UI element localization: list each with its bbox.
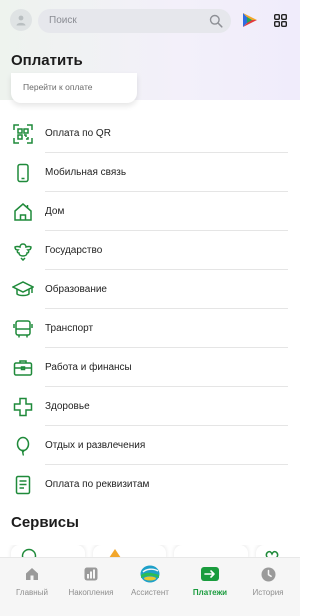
phone-icon	[12, 162, 34, 184]
tab-main[interactable]: Главный	[2, 565, 62, 605]
home-icon	[21, 565, 43, 583]
briefcase-icon	[12, 357, 34, 379]
menu-item-label: Дом	[45, 206, 65, 217]
tab-label: История	[252, 588, 284, 597]
house-icon	[12, 201, 34, 223]
grid-menu-icon[interactable]	[274, 14, 287, 27]
go-to-payment-label: Перейти к оплате	[23, 82, 93, 92]
header: Поиск	[0, 8, 300, 34]
search-placeholder: Поиск	[49, 15, 77, 26]
menu-item-qr-payment[interactable]: Оплата по QR	[0, 114, 300, 153]
tab-label: Ассистент	[131, 588, 169, 597]
bottom-tab-bar: Главный Накопления Ассистент Платежи Ист…	[0, 557, 300, 616]
menu-item-health[interactable]: Здоровье	[0, 387, 300, 426]
bus-icon	[12, 318, 34, 340]
chart-icon	[80, 565, 102, 583]
search-input[interactable]: Поиск	[38, 9, 231, 33]
graduation-cap-icon	[12, 279, 34, 301]
tab-assistant[interactable]: Ассистент	[120, 565, 180, 605]
tab-history[interactable]: История	[238, 565, 298, 605]
menu-item-education[interactable]: Образование	[0, 270, 300, 309]
menu-item-label: Работа и финансы	[45, 362, 132, 373]
transfer-icon	[199, 565, 221, 583]
menu-item-work-finance[interactable]: Работа и финансы	[0, 348, 300, 387]
pay-section-title: Оплатить	[11, 52, 83, 69]
menu-item-label: Образование	[45, 284, 107, 295]
tab-label: Платежи	[192, 588, 228, 597]
menu-item-label: Государство	[45, 245, 103, 256]
menu-item-label: Отдых и развлечения	[45, 440, 146, 451]
search-icon[interactable]	[209, 14, 223, 28]
coat-of-arms-icon	[12, 240, 34, 262]
avatar[interactable]	[10, 9, 32, 31]
menu-item-label: Мобильная связь	[45, 167, 127, 178]
balloon-icon	[12, 435, 34, 457]
tab-payments[interactable]: Платежи	[180, 565, 240, 605]
menu-item-label: Транспорт	[45, 323, 94, 334]
brand-logo-icon[interactable]	[241, 11, 259, 29]
menu-item-home[interactable]: Дом	[0, 192, 300, 231]
document-icon	[12, 474, 34, 496]
menu-item-label: Оплата по QR	[45, 128, 111, 139]
assistant-icon	[139, 565, 161, 583]
menu-item-government[interactable]: Государство	[0, 231, 300, 270]
go-to-payment-card[interactable]: Перейти к оплате	[11, 73, 137, 103]
tab-savings[interactable]: Накопления	[61, 565, 121, 605]
menu-item-mobile[interactable]: Мобильная связь	[0, 153, 300, 192]
clock-icon	[257, 565, 279, 583]
menu-item-payment-by-details[interactable]: Оплата по реквизитам	[0, 465, 300, 504]
qr-scan-icon	[12, 123, 34, 145]
user-icon	[16, 15, 26, 26]
tab-label: Главный	[16, 588, 48, 597]
menu-item-leisure[interactable]: Отдых и развлечения	[0, 426, 300, 465]
services-section-title: Сервисы	[11, 514, 79, 531]
menu-item-label: Оплата по реквизитам	[45, 479, 150, 490]
menu-item-transport[interactable]: Транспорт	[0, 309, 300, 348]
tab-label: Накопления	[68, 588, 114, 597]
medical-cross-icon	[12, 396, 34, 418]
menu-item-label: Здоровье	[45, 401, 90, 412]
payment-categories-list: Оплата по QR Мобильная связь Дом Государ…	[0, 114, 300, 504]
